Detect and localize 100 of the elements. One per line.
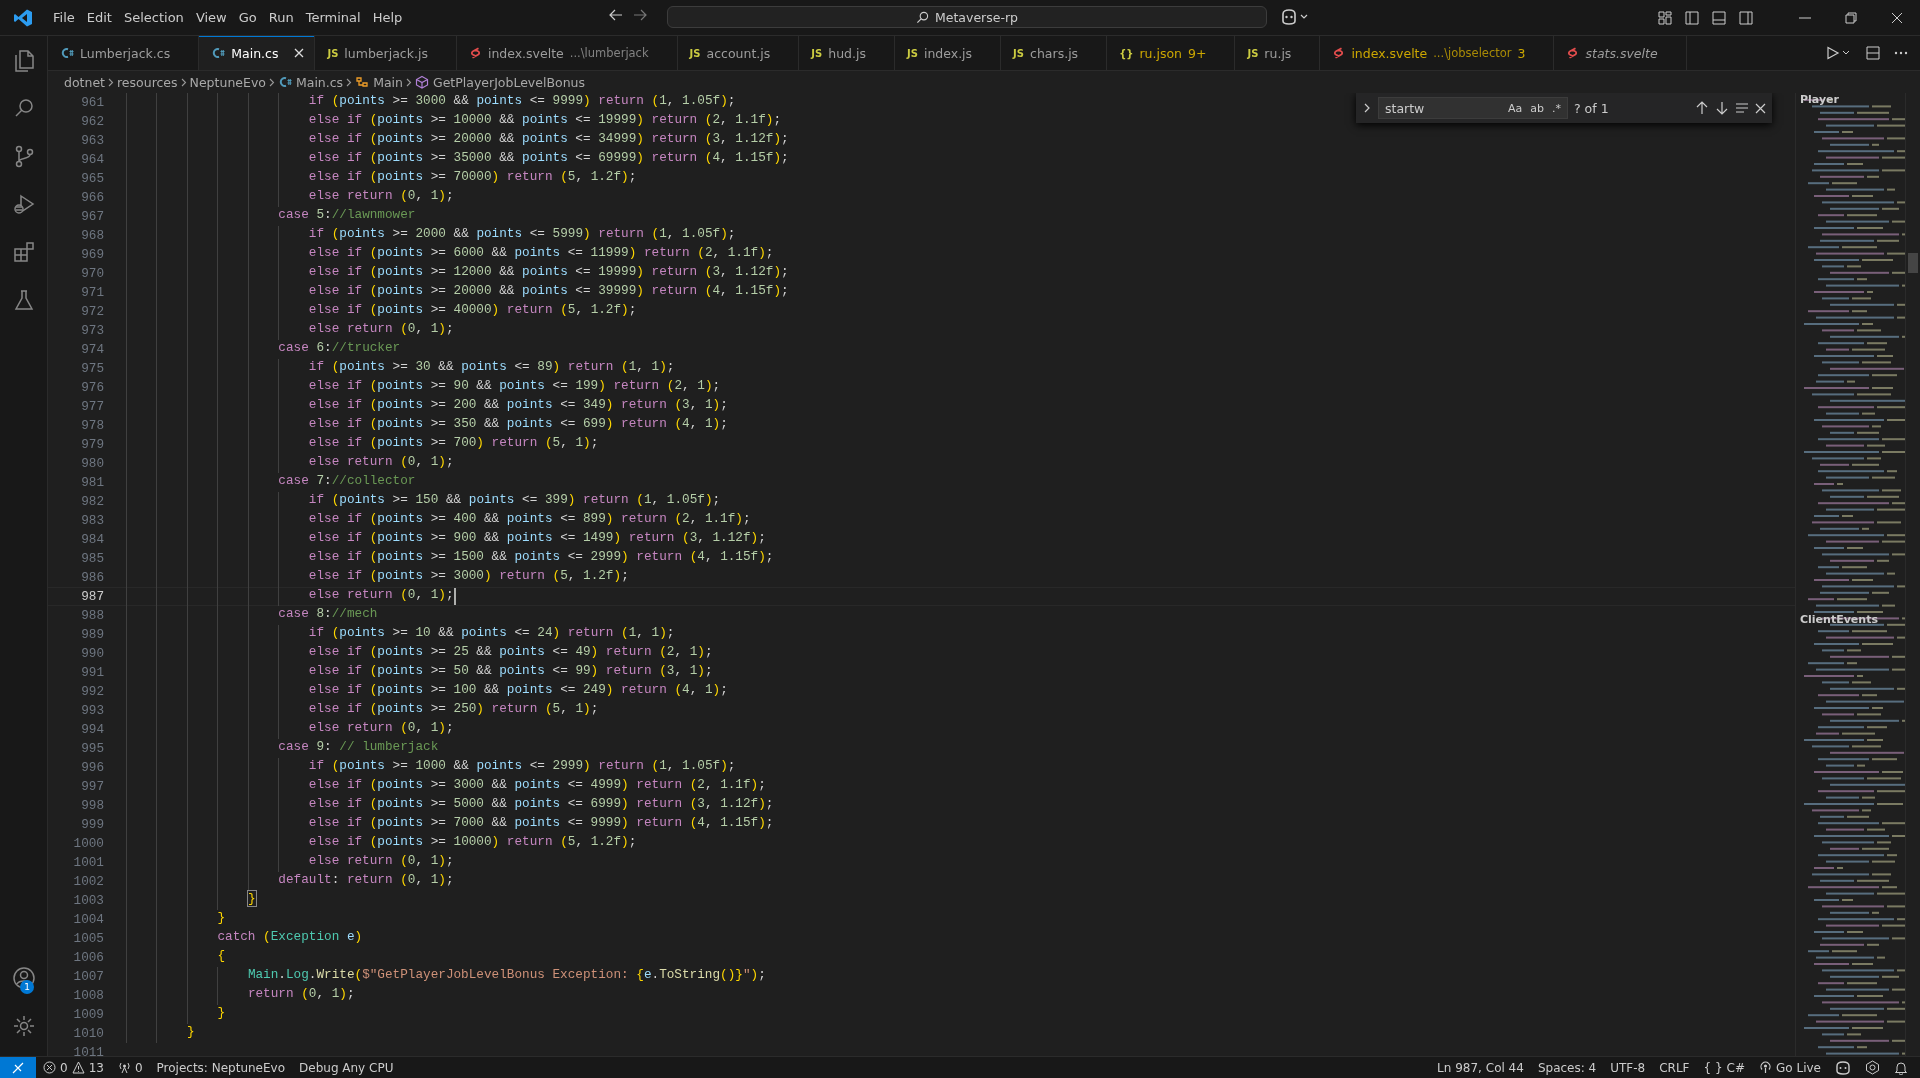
menu-item[interactable]: Go	[232, 7, 263, 28]
layout-icon[interactable]	[1657, 9, 1673, 26]
line-number: 1007	[72, 969, 105, 984]
code-line: if (points >= 2000 && points <= 5999) return (1, 1.05f);	[126, 226, 736, 245]
menu-item[interactable]: Edit	[80, 7, 118, 28]
breadcrumb-item[interactable]: GetPlayerJobLevelBonus	[433, 74, 585, 90]
code-line: case 7://collector	[126, 473, 416, 492]
breadcrumb-item[interactable]: resources	[117, 74, 178, 90]
status-item[interactable]: Projects: NeptuneEvo	[149, 1060, 293, 1075]
sidebar-toggle-icon[interactable]	[1684, 9, 1700, 26]
find-in-selection-icon[interactable]	[1735, 102, 1749, 114]
close-icon[interactable]	[1755, 102, 1766, 114]
editor-tab[interactable]: JS account.js	[677, 36, 800, 70]
line-number: 983	[80, 513, 105, 528]
editor-tab[interactable]: index.svelte ...\lumberjack	[456, 36, 678, 70]
copilot-icon[interactable]	[1280, 8, 1310, 26]
find-option-toggle[interactable]: Aa	[1506, 100, 1525, 116]
close-icon[interactable]	[294, 48, 305, 58]
language-mode[interactable]: { } C#	[1696, 1060, 1753, 1075]
copilot-icon[interactable]	[1835, 1060, 1851, 1075]
menu-item[interactable]: Selection	[117, 7, 190, 28]
code-line: else if (points >= 5000 && points <= 6999) return (3, 1.12f);	[126, 796, 774, 815]
run-debug-icon[interactable]	[11, 192, 36, 216]
code-line: else if (points >= 25 && points <= 49) return (2, 1);	[126, 644, 713, 663]
line-number: 1000	[72, 836, 105, 851]
csharp-file-icon	[60, 46, 74, 60]
code-line: else if (points >= 7000 && points <= 9999) return (4, 1.15f);	[126, 815, 774, 834]
chevron-right-icon[interactable]	[1362, 102, 1372, 114]
find-input-field[interactable]: startw Aa ab .*	[1378, 97, 1568, 119]
forward-arrow-icon[interactable]	[632, 7, 648, 23]
menu-item[interactable]: Run	[262, 7, 300, 28]
ports-status[interactable]: 0	[110, 1060, 150, 1075]
editor-tab[interactable]: index.svelte ...\jobselector 3	[1320, 36, 1555, 70]
secondary-sidebar-toggle-icon[interactable]	[1738, 9, 1754, 26]
editor-tab[interactable]: JS hud.js	[799, 36, 895, 70]
line-number: 1010	[72, 1026, 105, 1041]
editor-tab[interactable]: JS lumberjack.js	[315, 36, 457, 70]
line-number: 1009	[72, 1007, 105, 1022]
more-actions-icon[interactable]	[1894, 51, 1908, 55]
line-number: 994	[80, 722, 105, 737]
bell-icon[interactable]	[1894, 1060, 1908, 1075]
code-line: else return (0, 1);	[126, 720, 454, 739]
code-line: else if (points >= 12000 && points <= 19999) return (3, 1.12f);	[126, 264, 789, 283]
editor-tab[interactable]: JS chars.js	[1001, 36, 1108, 70]
chevron-right-icon	[108, 77, 114, 87]
cursor-position[interactable]: Ln 987, Col 44	[1430, 1060, 1531, 1075]
settings-icon[interactable]	[11, 1014, 36, 1038]
editor-tab[interactable]: Main.cs	[199, 36, 316, 70]
breadcrumb-item[interactable]: dotnet	[64, 74, 105, 90]
minimize-icon[interactable]	[1799, 16, 1811, 19]
extensions-icon[interactable]	[11, 240, 36, 264]
problems-status[interactable]: 0 13	[36, 1060, 111, 1075]
svelte-file-icon	[468, 46, 482, 60]
breadcrumb-item[interactable]: Main	[373, 74, 403, 90]
breadcrumb-item[interactable]: Main.cs	[295, 74, 344, 90]
arrow-up-icon[interactable]	[1695, 101, 1709, 115]
split-editor-icon[interactable]	[1866, 46, 1880, 60]
editor-tab[interactable]: JS index.js	[895, 36, 1002, 70]
run-icon[interactable]	[1826, 46, 1852, 60]
close-icon[interactable]	[1891, 11, 1903, 24]
code-line: }	[126, 891, 256, 910]
breadcrumb-item[interactable]: NeptuneEvo	[189, 74, 266, 90]
back-arrow-icon[interactable]	[608, 7, 624, 23]
scrollbar-thumb[interactable]	[1908, 253, 1918, 273]
command-center-search[interactable]: Metaverse-rp	[667, 6, 1267, 28]
line-number: 961	[80, 95, 105, 110]
code-line: else return (0, 1);	[126, 587, 454, 606]
code-line: if (points >= 30 && points <= 89) return (1, 1);	[126, 359, 675, 378]
editor-tab[interactable]: stats.svelte	[1554, 36, 1687, 70]
menu-item[interactable]: View	[189, 7, 233, 28]
editor-tab[interactable]: {} ru.json 9+	[1107, 36, 1236, 70]
menu-item[interactable]: Help	[366, 7, 409, 28]
remote-button[interactable]	[0, 1056, 36, 1078]
status-item[interactable]: Debug Any CPU	[292, 1060, 401, 1075]
line-number: 999	[80, 817, 105, 832]
go-live-button[interactable]: Go Live	[1752, 1060, 1828, 1075]
code-line: return (0, 1);	[126, 986, 355, 1005]
code-line: else if (points >= 20000 && points <= 39999) return (4, 1.15f);	[126, 283, 789, 302]
code-line: else if (points >= 3000) return (5, 1.2f);	[126, 568, 629, 587]
status-item[interactable]: CRLF	[1652, 1060, 1697, 1075]
menu-item[interactable]: Terminal	[299, 7, 367, 28]
restore-icon[interactable]	[1845, 11, 1857, 24]
line-number: 1005	[72, 931, 105, 946]
editor-tab[interactable]: JS ru.js	[1235, 36, 1321, 70]
class-icon	[355, 75, 370, 89]
svelte-file-icon	[1332, 46, 1346, 60]
hexagon-icon[interactable]	[1865, 1060, 1880, 1075]
code-line: case 6://trucker	[126, 340, 401, 359]
code-line: else return (0, 1);	[126, 188, 454, 207]
status-item[interactable]: Spaces: 4	[1530, 1060, 1604, 1075]
arrow-down-icon[interactable]	[1715, 101, 1729, 115]
find-option-toggle[interactable]: .*	[1550, 100, 1563, 116]
line-number: 968	[80, 228, 105, 243]
js-file-icon: JS	[811, 47, 823, 59]
status-item[interactable]: UTF-8	[1603, 1060, 1653, 1075]
panel-toggle-icon[interactable]	[1711, 9, 1727, 26]
find-option-toggle[interactable]: ab	[1528, 100, 1546, 116]
code-line: if (points >= 10 && points <= 24) return (1, 1);	[126, 625, 675, 644]
line-number: 989	[80, 627, 105, 642]
menu-item[interactable]: File	[47, 7, 81, 28]
